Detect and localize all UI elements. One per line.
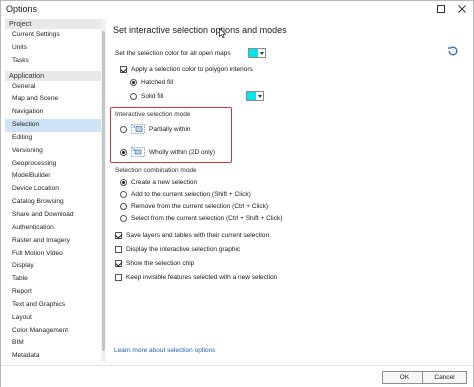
show-chip-option[interactable]: Show the selection chip [115, 260, 194, 267]
sidebar-item-text-and-graphics[interactable]: Text and Graphics [5, 299, 106, 312]
maximize-button[interactable] [433, 2, 449, 16]
sidebar-item-tasks[interactable]: Tasks [5, 55, 106, 68]
selection-color-row: Set the selection color for all open map… [115, 50, 231, 57]
sidebar-item-navigation[interactable]: Navigation [5, 106, 106, 119]
combination-radio-remove[interactable] [120, 203, 127, 210]
sidebar-item-geoprocessing[interactable]: Geoprocessing [5, 158, 106, 171]
ok-button[interactable]: OK [382, 371, 427, 384]
sidebar-item-layout[interactable]: Layout [5, 312, 106, 325]
sidebar-item-editing[interactable]: Editing [5, 132, 106, 145]
partially-within-option[interactable]: Partially within [120, 124, 191, 134]
cancel-button[interactable]: Cancel [422, 371, 467, 384]
sidebar-item-catalog-browsing[interactable]: Catalog Browsing [5, 196, 106, 209]
selection-color-picker[interactable] [248, 48, 266, 58]
sidebar-item-table[interactable]: Table [5, 273, 106, 286]
title-bar: Options [1, 1, 473, 18]
combination-label-add: Add to the current selection (Shift + Cl… [131, 191, 251, 198]
hatched-fill-radio[interactable] [130, 79, 137, 86]
combination-radio-select-from[interactable] [120, 215, 127, 222]
sidebar-scrollbar[interactable] [101, 19, 106, 362]
keep-invisible-label: Keep invisible features selected with a … [126, 274, 278, 281]
combination-option-select-from[interactable]: Select from the current selection (Ctrl … [120, 215, 282, 222]
sidebar-item-bim[interactable]: BIM [5, 337, 106, 350]
chevron-down-icon [260, 51, 264, 55]
partially-within-label: Partially within [149, 125, 191, 133]
wholly-within-option[interactable]: Wholly within (2D only) [120, 147, 215, 157]
wholly-within-radio[interactable] [120, 148, 127, 156]
selection-color-swatch [249, 49, 258, 57]
keep-invisible-checkbox[interactable] [115, 274, 122, 281]
chevron-down-icon [258, 94, 262, 98]
combination-label-select-from: Select from the current selection (Ctrl … [131, 215, 283, 222]
sidebar-item-map-and-scene[interactable]: Map and Scene [5, 93, 106, 106]
wholly-within-label: Wholly within (2D only) [149, 148, 216, 156]
apply-color-label: Apply a selection color to polygon inter… [131, 66, 253, 73]
hatched-fill-label: Hatched fill [141, 79, 174, 86]
sidebar-item-report[interactable]: Report [5, 286, 106, 299]
combination-radio-add[interactable] [120, 191, 127, 198]
show-chip-checkbox[interactable] [115, 260, 122, 267]
apply-color-option[interactable]: Apply a selection color to polygon inter… [120, 66, 253, 73]
sidebar-item-display[interactable]: Display [5, 260, 106, 273]
solid-fill-label: Solid fill [141, 93, 164, 100]
close-icon [458, 5, 466, 13]
sidebar-item-raster-and-imagery[interactable]: Raster and Imagery [5, 235, 106, 248]
sidebar-header-project: Project [5, 19, 106, 29]
options-sidebar: Project Current Settings Units Tasks App… [5, 19, 106, 362]
sidebar-item-authentication[interactable]: Authentication [5, 222, 106, 235]
page-title: Set interactive selection options and mo… [113, 25, 287, 35]
sidebar-item-metadata[interactable]: Metadata [5, 350, 106, 362]
hatched-fill-option[interactable]: Hatched fill [130, 79, 173, 86]
sidebar-item-color-management[interactable]: Color Management [5, 325, 106, 338]
dialog-footer: OK Cancel [1, 365, 473, 387]
partially-within-icon [131, 124, 145, 134]
solid-fill-color-picker[interactable] [246, 91, 264, 101]
selection-options-panel: Set interactive selection options and mo… [107, 19, 471, 362]
combination-label-remove: Remove from the current selection (Ctrl … [131, 203, 269, 210]
solid-fill-color-swatch [247, 92, 256, 100]
maximize-icon [437, 5, 445, 13]
keep-invisible-option[interactable]: Keep invisible features selected with a … [115, 274, 277, 281]
reset-icon[interactable] [447, 45, 459, 57]
solid-fill-radio[interactable] [130, 93, 137, 100]
sidebar-item-versioning[interactable]: Versioning [5, 145, 106, 158]
mouse-cursor-icon [219, 28, 227, 39]
display-graphic-option[interactable]: Display the interactive selection graphi… [115, 246, 240, 253]
sidebar-item-selection[interactable]: Selection [5, 119, 106, 132]
window-title: Options [6, 4, 38, 14]
apply-color-checkbox[interactable] [120, 66, 127, 73]
partially-within-radio[interactable] [120, 125, 127, 133]
options-dialog: Options Project Current Settings Units T… [0, 0, 474, 387]
close-button[interactable] [454, 2, 470, 16]
save-layers-label: Save layers and tables with their curren… [126, 232, 270, 239]
display-graphic-label: Display the interactive selection graphi… [126, 246, 241, 253]
sidebar-header-application: Application [5, 70, 106, 81]
display-graphic-checkbox[interactable] [115, 246, 122, 253]
sidebar-scrollbar-thumb[interactable] [102, 31, 105, 351]
selection-color-label: Set the selection color for all open map… [115, 50, 231, 57]
sidebar-item-general[interactable]: General [5, 81, 106, 94]
save-layers-checkbox[interactable] [115, 232, 122, 239]
combination-option-new[interactable]: Create a new selection [120, 179, 197, 186]
learn-more-link[interactable]: Learn more about selection options [114, 347, 216, 354]
combination-label-new: Create a new selection [131, 179, 198, 186]
interactive-mode-label: Interactive selection mode [115, 111, 191, 118]
combination-mode-label: Selection combination mode [115, 167, 197, 174]
show-chip-label: Show the selection chip [126, 260, 195, 267]
combination-option-add[interactable]: Add to the current selection (Shift + Cl… [120, 191, 251, 198]
save-layers-option[interactable]: Save layers and tables with their curren… [115, 232, 269, 239]
solid-fill-option[interactable]: Solid fill [130, 93, 163, 100]
sidebar-item-current-settings[interactable]: Current Settings [5, 29, 106, 42]
sidebar-item-units[interactable]: Units [5, 42, 106, 55]
wholly-within-icon [131, 147, 145, 157]
sidebar-item-full-motion-video[interactable]: Full Motion Video [5, 248, 106, 261]
sidebar-item-device-location[interactable]: Device Location [5, 183, 106, 196]
sidebar-item-modelbuilder[interactable]: ModelBuilder [5, 170, 106, 183]
sidebar-item-share-and-download[interactable]: Share and Download [5, 209, 106, 222]
combination-option-remove[interactable]: Remove from the current selection (Ctrl … [120, 203, 268, 210]
combination-radio-new[interactable] [120, 179, 127, 186]
